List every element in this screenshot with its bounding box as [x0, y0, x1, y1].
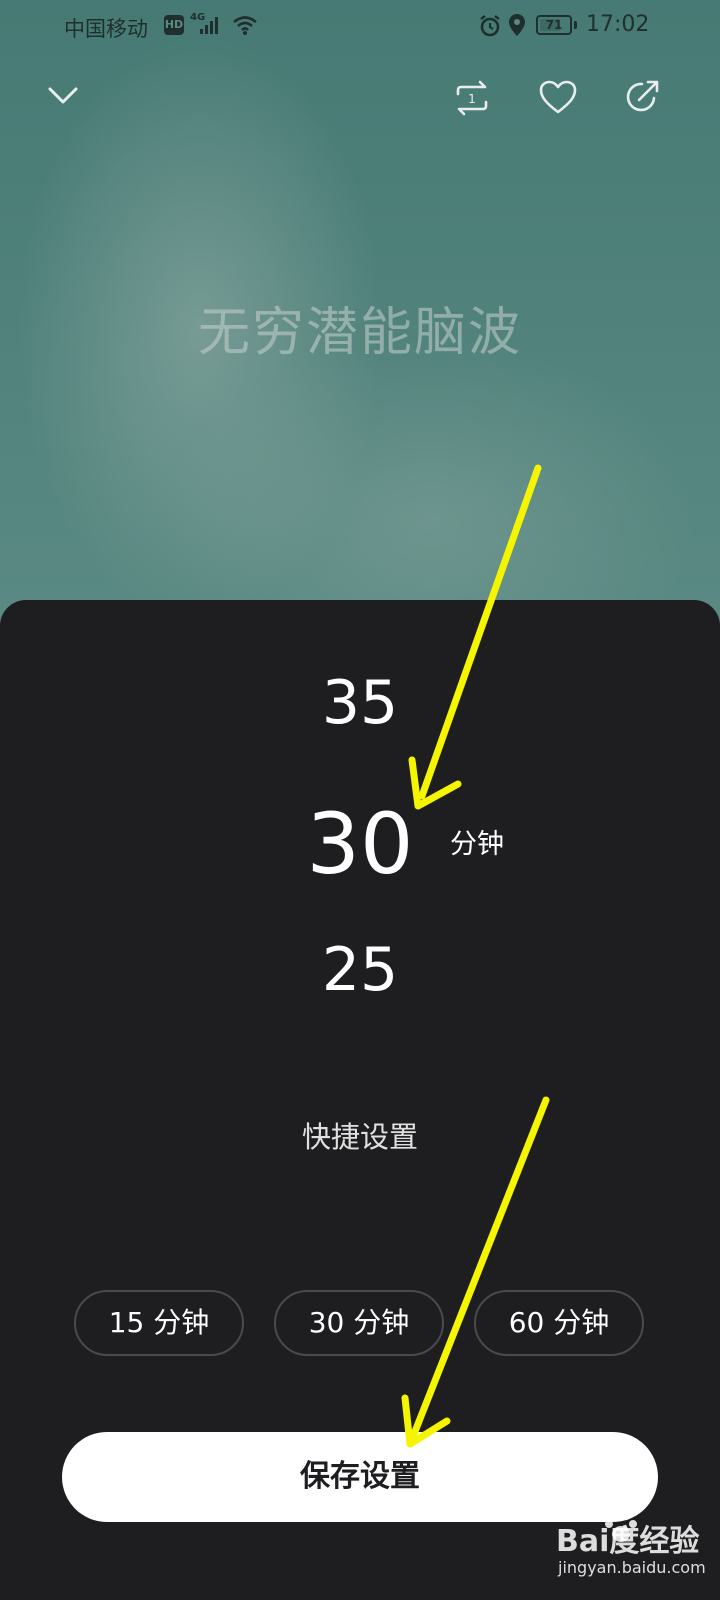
chevron-down-icon[interactable] — [46, 78, 80, 112]
save-settings-button[interactable]: 保存设置 — [62, 1432, 658, 1522]
picker-option-next[interactable]: 25 — [0, 935, 720, 1005]
signal-icon — [200, 17, 218, 34]
svg-text:1: 1 — [468, 92, 476, 106]
quick-settings-title: 快捷设置 — [301, 1120, 418, 1154]
share-icon[interactable] — [624, 78, 662, 116]
baidu-jingyan-watermark: Bai度经验 jingyan.baidu.com — [552, 1510, 720, 1590]
quick-option-15min[interactable]: 15 分钟 — [74, 1290, 244, 1356]
battery-percent: 71 — [545, 18, 563, 32]
location-icon — [509, 14, 525, 36]
picker-unit-label: 分钟 — [450, 829, 504, 860]
status-bar: 中国移动 HD 4G 71 17:02 — [0, 0, 720, 52]
track-title: 无穷潜能脑波 — [197, 303, 522, 363]
quick-option-60min[interactable]: 60 分钟 — [474, 1290, 644, 1356]
player-top-bar: 1 — [0, 60, 720, 130]
quick-option-30min[interactable]: 30 分钟 — [274, 1290, 444, 1356]
picker-option-selected[interactable]: 30 — [0, 795, 720, 893]
alarm-icon — [480, 15, 500, 37]
picker-option-prev[interactable]: 35 — [0, 668, 720, 738]
hd-badge: HD — [164, 15, 184, 35]
status-time: 17:02 — [586, 12, 650, 37]
watermark-url: jingyan.baidu.com — [558, 1558, 706, 1577]
battery-tip — [574, 21, 577, 29]
wifi-icon — [233, 16, 257, 35]
heart-icon[interactable] — [538, 78, 578, 118]
carrier-name: 中国移动 — [64, 17, 148, 41]
battery-icon: 71 — [536, 15, 572, 35]
watermark-brand: Bai度经验 — [556, 1524, 700, 1559]
repeat-one-icon[interactable]: 1 — [452, 78, 492, 118]
